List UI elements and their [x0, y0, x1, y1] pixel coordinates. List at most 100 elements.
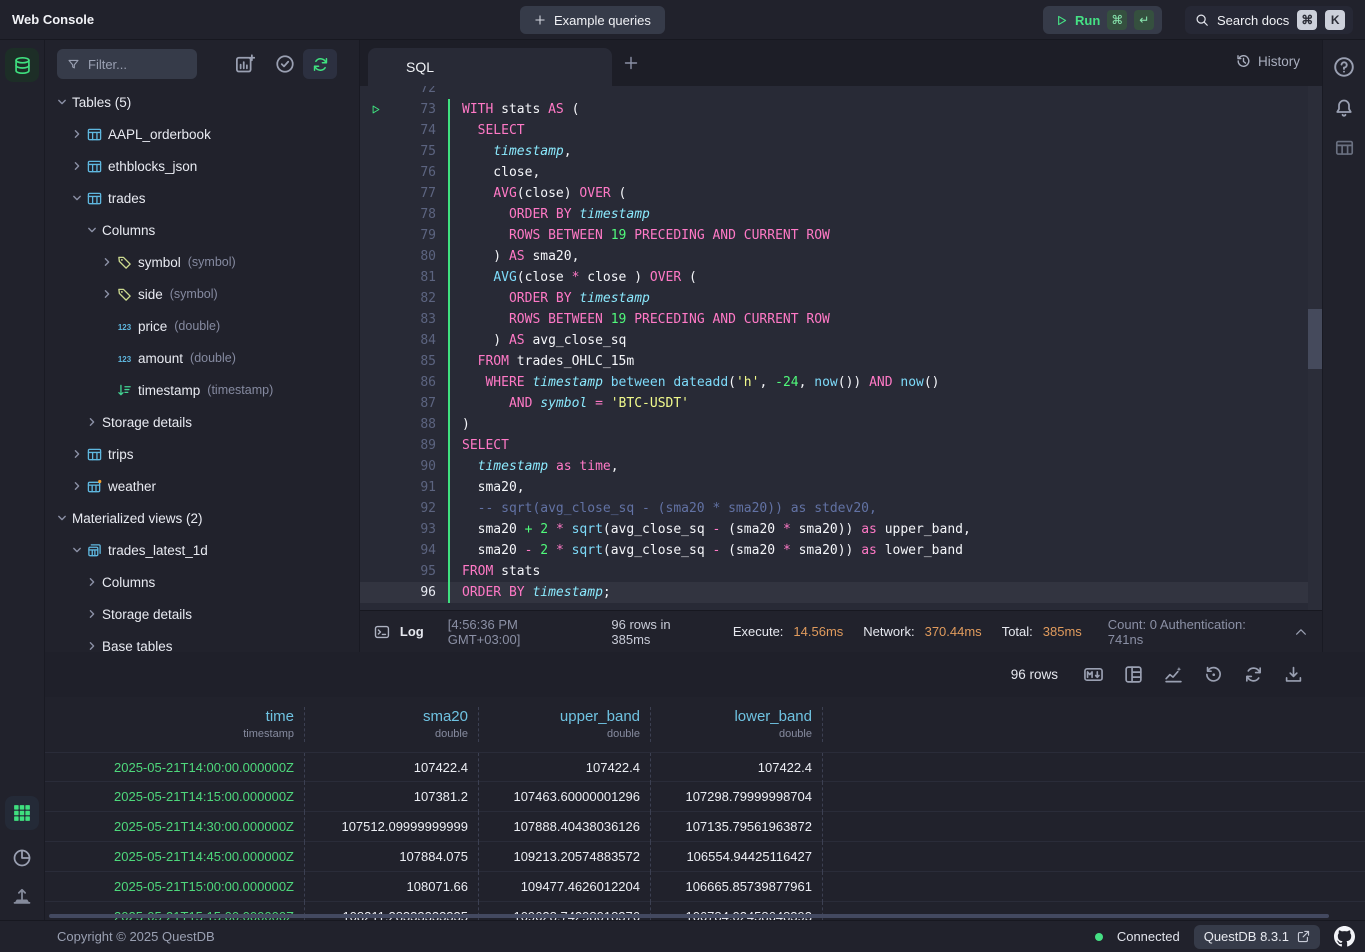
cell-value[interactable]: 107422.4	[305, 753, 479, 783]
tree-item-columns[interactable]: Columns	[45, 566, 360, 598]
chevron-up-icon[interactable]	[1294, 625, 1308, 639]
editor-line-90[interactable]: 90 timestamp as time,	[360, 456, 1322, 477]
download-icon[interactable]	[1284, 665, 1303, 684]
editor-line-73[interactable]: 73WITH stats AS (	[360, 99, 1322, 120]
cell-timestamp[interactable]: 2025-05-21T14:45:00.000000Z	[45, 842, 305, 872]
cell-value[interactable]: 107884.075	[305, 842, 479, 872]
editor-line-86[interactable]: 86 WHERE timestamp between dateadd('h', …	[360, 372, 1322, 393]
run-button[interactable]: Run ⌘ ↵	[1043, 6, 1162, 34]
chevron-right-icon[interactable]	[102, 257, 117, 267]
help-icon[interactable]	[1333, 56, 1355, 78]
table-row[interactable]: 2025-05-21T14:30:00.000000Z107512.099999…	[45, 812, 1365, 842]
cell-value[interactable]: 107135.79561963872	[651, 812, 823, 842]
tree-item-timestamp[interactable]: timestamp(timestamp)	[45, 374, 360, 406]
tree-item-price[interactable]: 123price(double)	[45, 310, 360, 342]
tree-item-trips[interactable]: trips	[45, 438, 360, 470]
table-row[interactable]: 2025-05-21T15:00:00.000000Z108071.661094…	[45, 872, 1365, 902]
grid-horizontal-scrollbar[interactable]	[49, 914, 1329, 918]
editor-line-83[interactable]: 83 ROWS BETWEEN 19 PRECEDING AND CURRENT…	[360, 309, 1322, 330]
cell-value[interactable]: 109477.4626012204	[479, 872, 651, 902]
column-header-time[interactable]: timetimestamp	[45, 707, 305, 742]
editor-line-76[interactable]: 76 close,	[360, 162, 1322, 183]
history-undo-icon[interactable]	[1204, 665, 1223, 684]
version-button[interactable]: QuestDB 8.3.1	[1194, 925, 1320, 949]
chevron-down-icon[interactable]	[87, 225, 102, 235]
editor-line-72[interactable]: 72	[360, 86, 1322, 99]
editor-line-89[interactable]: 89SELECT	[360, 435, 1322, 456]
filter-box[interactable]	[57, 49, 197, 79]
tree-item-amount[interactable]: 123amount(double)	[45, 342, 360, 374]
tree-item-tables-5[interactable]: Tables (5)	[45, 86, 360, 118]
markdown-icon[interactable]	[1084, 665, 1103, 684]
notifications-icon[interactable]	[1334, 98, 1354, 118]
editor-line-93[interactable]: 93 sma20 + 2 * sqrt(avg_close_sq - (sma2…	[360, 519, 1322, 540]
tree-item-ethblocks-json[interactable]: ethblocks_json	[45, 150, 360, 182]
chevron-right-icon[interactable]	[87, 641, 102, 651]
tree-item-materialized-views-2[interactable]: Materialized views (2)	[45, 502, 360, 534]
layout-icon[interactable]	[1124, 665, 1143, 684]
table-row[interactable]: 2025-05-21T14:15:00.000000Z107381.210746…	[45, 782, 1365, 812]
table-row[interactable]: 2025-05-21T14:00:00.000000Z107422.410742…	[45, 752, 1365, 782]
datasets-nav-button[interactable]	[5, 48, 39, 82]
cell-value[interactable]: 107422.4	[479, 753, 651, 783]
editor-line-94[interactable]: 94 sma20 - 2 * sqrt(avg_close_sq - (sma2…	[360, 540, 1322, 561]
refresh-schema-button[interactable]	[303, 49, 337, 79]
chevron-right-icon[interactable]	[72, 481, 87, 491]
chevron-right-icon[interactable]	[72, 161, 87, 171]
github-icon[interactable]	[1334, 926, 1355, 947]
tree-item-side[interactable]: side(symbol)	[45, 278, 360, 310]
editor-line-95[interactable]: 95FROM stats	[360, 561, 1322, 582]
editor-line-91[interactable]: 91 sma20,	[360, 477, 1322, 498]
column-header-sma20[interactable]: sma20double	[305, 707, 479, 742]
cell-value[interactable]: 107463.60000001296	[479, 782, 651, 812]
add-metrics-icon[interactable]	[235, 54, 255, 74]
tree-item-symbol[interactable]: symbol(symbol)	[45, 246, 360, 278]
cell-value[interactable]: 107381.2	[305, 782, 479, 812]
tree-item-storage-details[interactable]: Storage details	[45, 406, 360, 438]
sql-editor[interactable]: 7273WITH stats AS (74 SELECT75 timestamp…	[360, 86, 1322, 610]
import-icon[interactable]	[12, 886, 32, 906]
cell-value[interactable]: 107512.09999999999	[305, 812, 479, 842]
editor-line-74[interactable]: 74 SELECT	[360, 120, 1322, 141]
cell-value[interactable]: 106665.85739877961	[651, 872, 823, 902]
column-header-lower-band[interactable]: lower_banddouble	[651, 707, 823, 742]
chevron-right-icon[interactable]	[72, 129, 87, 139]
chevron-down-icon[interactable]	[72, 545, 87, 555]
cell-value[interactable]: 108071.66	[305, 872, 479, 902]
editor-scrollbar[interactable]	[1308, 309, 1322, 369]
cell-value[interactable]: 106554.94425116427	[651, 842, 823, 872]
chevron-right-icon[interactable]	[72, 449, 87, 459]
editor-line-92[interactable]: 92 -- sqrt(avg_close_sq - (sma20 * sma20…	[360, 498, 1322, 519]
new-tab-icon[interactable]	[623, 55, 639, 71]
editor-line-88[interactable]: 88)	[360, 414, 1322, 435]
editor-line-78[interactable]: 78 ORDER BY timestamp	[360, 204, 1322, 225]
example-queries-button[interactable]: Example queries	[520, 6, 665, 34]
chevron-right-icon[interactable]	[87, 609, 102, 619]
chevron-down-icon[interactable]	[57, 97, 72, 107]
column-header-upper-band[interactable]: upper_banddouble	[479, 707, 651, 742]
chevron-right-icon[interactable]	[87, 577, 102, 587]
editor-line-79[interactable]: 79 ROWS BETWEEN 19 PRECEDING AND CURRENT…	[360, 225, 1322, 246]
editor-line-80[interactable]: 80 ) AS sma20,	[360, 246, 1322, 267]
chevron-right-icon[interactable]	[87, 417, 102, 427]
tab-sql[interactable]: SQL	[368, 48, 612, 86]
cell-timestamp[interactable]: 2025-05-21T15:00:00.000000Z	[45, 872, 305, 902]
tree-item-trades-latest-1d[interactable]: trades_latest_1d	[45, 534, 360, 566]
run-query-glyph[interactable]	[360, 99, 390, 120]
chevron-down-icon[interactable]	[72, 193, 87, 203]
editor-line-84[interactable]: 84 ) AS avg_close_sq	[360, 330, 1322, 351]
tree-item-columns[interactable]: Columns	[45, 214, 360, 246]
tree-item-weather[interactable]: weather	[45, 470, 360, 502]
grid-view-button[interactable]	[5, 796, 39, 830]
editor-line-87[interactable]: 87 AND symbol = 'BTC-USDT'	[360, 393, 1322, 414]
check-circle-icon[interactable]	[275, 54, 295, 74]
pie-chart-icon[interactable]	[12, 848, 32, 868]
cell-timestamp[interactable]: 2025-05-21T14:00:00.000000Z	[45, 753, 305, 783]
filter-input[interactable]	[88, 57, 178, 72]
refresh-icon[interactable]	[1244, 665, 1263, 684]
tree-item-aapl-orderbook[interactable]: AAPL_orderbook	[45, 118, 360, 150]
editor-line-81[interactable]: 81 AVG(close * close ) OVER (	[360, 267, 1322, 288]
cell-value[interactable]: 109213.20574883572	[479, 842, 651, 872]
chart-icon[interactable]	[1164, 665, 1183, 684]
cell-value[interactable]: 107888.40438036126	[479, 812, 651, 842]
